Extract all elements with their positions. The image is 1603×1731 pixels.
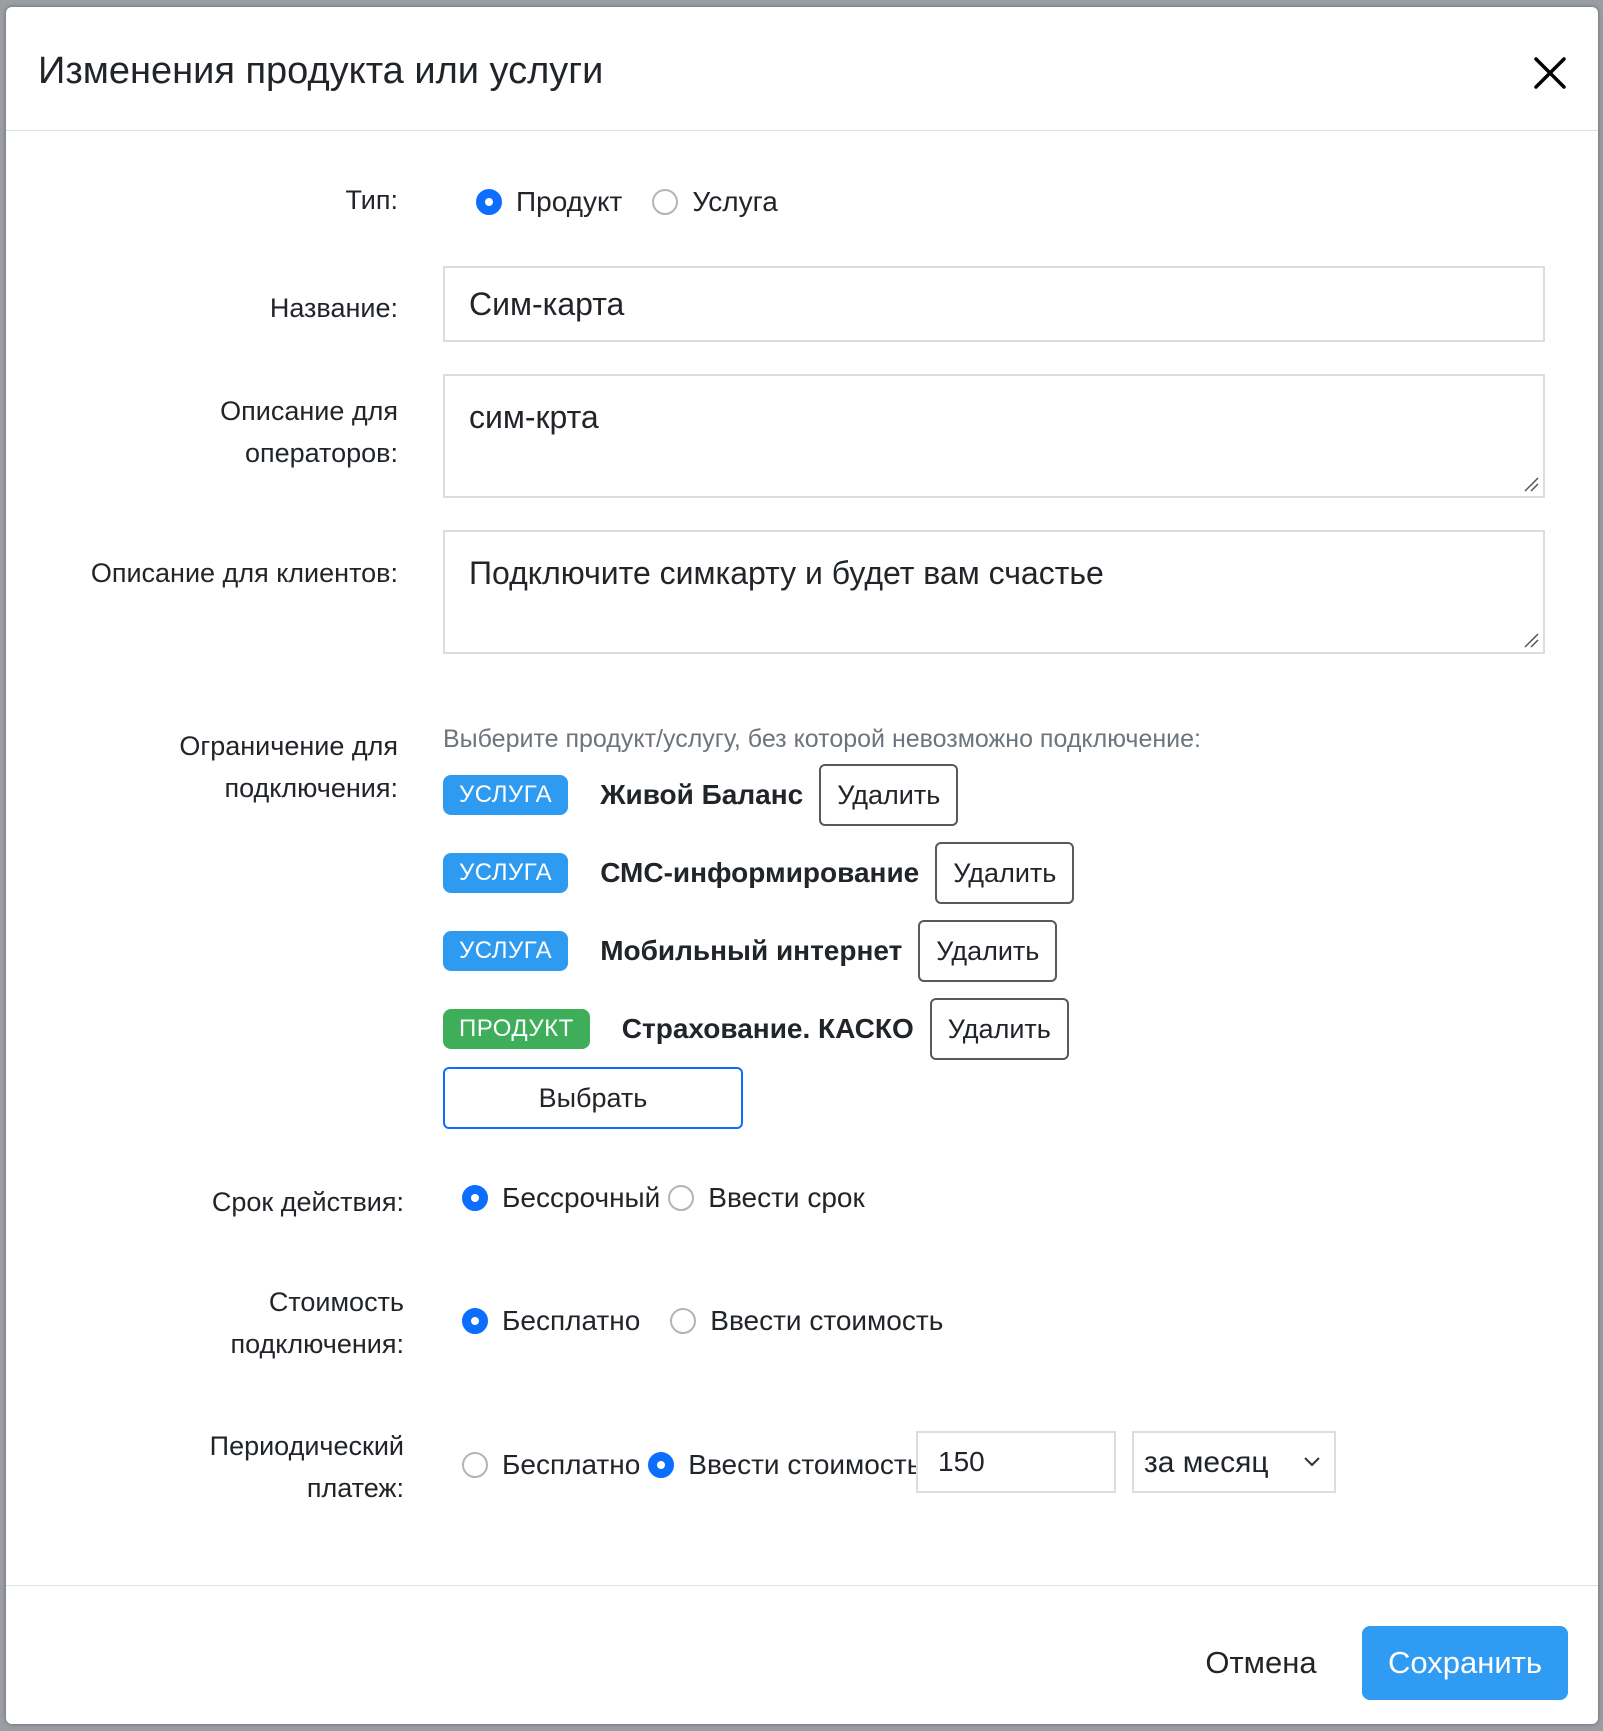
operator-description-label-line1: Описание для [220,396,398,426]
connection-cost-label-line1: Стоимость [268,1287,404,1317]
connection-cost-radio-group: Бесплатно Ввести стоимость [462,1301,973,1341]
periodic-payment-free-radio[interactable] [462,1452,488,1478]
name-input[interactable]: Сим-карта [443,266,1545,342]
connection-cost-enter-label[interactable]: Ввести стоимость [710,1305,943,1337]
periodic-payment-label: Периодический платеж: [44,1425,404,1509]
periodic-payment-label-line2: платеж: [306,1473,404,1503]
client-description-textarea[interactable]: Подключите симкарту и будет вам счастье [443,530,1545,654]
type-service-label[interactable]: Услуга [692,186,777,218]
remove-button[interactable]: Удалить [929,998,1069,1060]
connection-cost-free-radio[interactable] [462,1308,488,1334]
restriction-item: ПРОДУКТ Страхование. КАСКО Удалить [443,998,1069,1060]
product-badge: ПРОДУКТ [443,1009,590,1049]
operator-description-label-line2: операторов: [244,438,398,468]
modal-footer: Отмена Сохранить [6,1585,1598,1724]
modal-header: Изменения продукта или услуги [6,7,1598,131]
type-label: Тип: [345,185,398,215]
periodic-payment-period-select[interactable]: за месяц [1132,1431,1336,1493]
periodic-payment-enter-radio[interactable] [648,1452,675,1478]
restriction-item-name: Страхование. КАСКО [621,1013,914,1044]
client-description-label: Описание для клиентов: [90,558,398,588]
periodic-payment-free-label[interactable]: Бесплатно [502,1449,640,1481]
connection-cost-label: Стоимость подключения: [44,1281,404,1365]
edit-product-modal: Изменения продукта или услуги Тип: Проду… [6,7,1598,1724]
service-badge: УСЛУГА [443,775,569,815]
restriction-item-name: Живой Баланс [600,779,804,810]
validity-enter-term-radio[interactable] [668,1185,695,1211]
modal-title: Изменения продукта или услуги [38,50,604,92]
restriction-hint: Выберите продукт/услугу, без которой нев… [443,725,1201,753]
resize-handle-icon[interactable] [1523,632,1539,648]
restriction-label-line2: подключения: [224,773,398,803]
restriction-item: УСЛУГА Мобильный интернет Удалить [443,920,1058,982]
connection-cost-label-line2: подключения: [230,1329,404,1359]
resize-handle-icon[interactable] [1523,476,1539,492]
client-description-value: Подключите симкарту и будет вам счастье [469,555,1104,591]
validity-unlimited-label[interactable]: Бессрочный [502,1182,660,1214]
remove-button[interactable]: Удалить [819,764,959,826]
operator-description-textarea[interactable]: сим-крта [443,374,1545,498]
restriction-item-name: СМС-информирование [600,857,920,888]
type-product-label[interactable]: Продукт [516,186,622,218]
service-badge: УСЛУГА [443,853,569,893]
period-select-value: за месяц [1144,1446,1269,1479]
operator-description-value: сим-крта [469,399,599,435]
restriction-item-name: Мобильный интернет [600,935,903,966]
validity-enter-term-label[interactable]: Ввести срок [708,1182,864,1214]
close-button[interactable] [1524,47,1576,99]
type-radio-group: Продукт Услуга [476,182,808,222]
restriction-item: УСЛУГА СМС-информирование Удалить [443,842,1075,904]
validity-label: Срок действия: [211,1187,404,1217]
validity-unlimited-radio[interactable] [462,1185,488,1211]
name-label: Название: [269,293,398,323]
periodic-payment-enter-label[interactable]: Ввести стоимость [688,1449,921,1481]
choose-button[interactable]: Выбрать [443,1067,743,1129]
restriction-label-line1: Ограничение для [179,731,398,761]
validity-radio-group: Бессрочный Ввести срок [462,1178,895,1218]
operator-description-label: Описание для операторов: [38,390,398,474]
chevron-down-icon [1304,1457,1320,1467]
close-icon [1534,57,1566,89]
connection-cost-enter-radio[interactable] [670,1308,697,1334]
periodic-payment-label-line1: Периодический [209,1431,404,1461]
connection-cost-free-label[interactable]: Бесплатно [502,1305,640,1337]
type-product-radio[interactable] [476,189,502,215]
periodic-payment-amount-input[interactable]: 150 [916,1431,1116,1493]
periodic-payment-radio-group: Бесплатно Ввести стоимость [462,1445,951,1485]
cancel-button[interactable]: Отмена [1186,1626,1336,1700]
service-badge: УСЛУГА [443,931,569,971]
remove-button[interactable]: Удалить [935,842,1075,904]
restriction-label: Ограничение для подключения: [38,725,398,809]
restriction-item: УСЛУГА Живой Баланс Удалить [443,764,959,826]
type-service-radio[interactable] [652,189,679,215]
remove-button[interactable]: Удалить [918,920,1058,982]
save-button[interactable]: Сохранить [1362,1626,1568,1700]
